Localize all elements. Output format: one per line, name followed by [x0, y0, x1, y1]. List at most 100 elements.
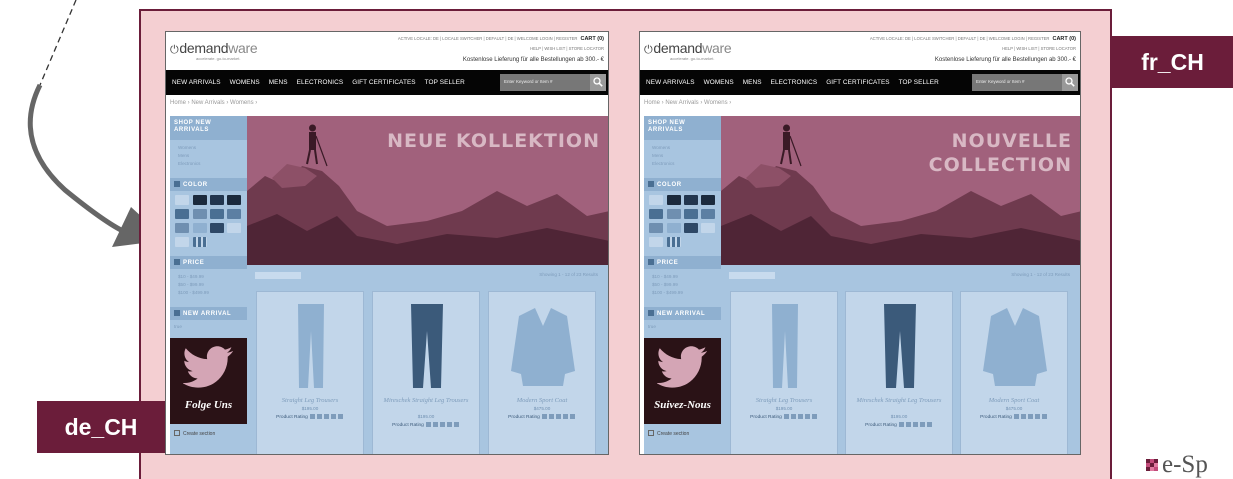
price-link[interactable]: $10 - $49.99	[178, 274, 204, 279]
product-name[interactable]: Mireschek Straight Leg Trousers	[846, 397, 952, 405]
color-swatch[interactable]	[193, 195, 207, 205]
price-link[interactable]: $50 - $99.99	[178, 282, 204, 287]
color-swatch[interactable]	[210, 223, 224, 233]
product-name[interactable]: Modern Sport Coat	[489, 397, 595, 404]
twitter-follow-label[interactable]: Folge Uns	[170, 399, 247, 411]
logo-text: demand	[653, 40, 703, 56]
color-swatch[interactable]	[175, 223, 189, 233]
color-swatch[interactable]	[175, 195, 189, 205]
price-link[interactable]: $100 - $499.99	[652, 290, 683, 295]
create-section-label[interactable]: Create section	[183, 431, 215, 437]
sort-select[interactable]	[729, 272, 775, 279]
site-logo[interactable]: ⏻demandware	[170, 40, 258, 57]
nav-electronics[interactable]: ELECTRONICS	[297, 79, 344, 86]
nav-gift-certificates[interactable]: GIFT CERTIFICATES	[352, 79, 415, 86]
color-swatch-misc[interactable]	[667, 237, 681, 247]
search-input[interactable]: Enter Keyword or Item #	[500, 74, 606, 91]
utility-text[interactable]: ACTIVE LOCALE: DE | LOCALE SWITCHER | DE…	[398, 36, 578, 41]
help-links[interactable]: HELP | WISH LIST | STORE LOCATOR	[1002, 46, 1076, 51]
new-arrival-value[interactable]: true	[174, 324, 182, 329]
color-swatch-misc[interactable]	[193, 237, 207, 247]
cart-link[interactable]: CART (0)	[580, 36, 604, 42]
shop-link-electronics[interactable]: Electronics	[178, 161, 200, 166]
color-swatch[interactable]	[667, 195, 681, 205]
color-swatch[interactable]	[175, 237, 189, 247]
create-section-link[interactable]: Create section	[648, 430, 689, 437]
price-link[interactable]: $50 - $99.99	[652, 282, 678, 287]
utility-text[interactable]: ACTIVE LOCALE: DE | LOCALE SWITCHER | DE…	[870, 36, 1050, 41]
hero-banner[interactable]: NEUE KOLLEKTION	[247, 116, 608, 265]
shop-link-womens[interactable]: Womens	[178, 145, 196, 150]
color-swatch[interactable]	[210, 209, 224, 219]
product-tile[interactable]: Modern Sport Coat $475.00 Product Rating	[488, 291, 596, 454]
nav-womens[interactable]: WOMENS	[704, 79, 734, 86]
color-swatch[interactable]	[210, 195, 224, 205]
twitter-follow-label[interactable]: Suivez-Nous	[644, 399, 721, 411]
hero-banner[interactable]: NOUVELLE COLLECTION	[721, 116, 1080, 265]
color-swatch[interactable]	[227, 223, 241, 233]
nav-mens[interactable]: MENS	[269, 79, 288, 86]
search-button[interactable]	[590, 74, 606, 91]
nav-gift-certificates[interactable]: GIFT CERTIFICATES	[826, 79, 889, 86]
sort-select[interactable]	[255, 272, 301, 279]
expand-icon	[174, 310, 180, 316]
color-swatch[interactable]	[701, 195, 715, 205]
twitter-promo[interactable]: Suivez-Nous	[644, 338, 721, 424]
shop-link-electronics[interactable]: Electronics	[652, 161, 674, 166]
color-swatch[interactable]	[649, 223, 663, 233]
expand-icon	[648, 259, 654, 265]
color-swatch[interactable]	[193, 209, 207, 219]
price-label: PRICE	[183, 260, 205, 266]
color-swatch[interactable]	[701, 223, 715, 233]
nav-mens[interactable]: MENS	[743, 79, 762, 86]
create-section-label[interactable]: Create section	[657, 431, 689, 437]
nav-top-seller[interactable]: TOP SELLER	[425, 79, 465, 86]
sport-coat-image	[983, 308, 1047, 386]
price-link[interactable]: $100 - $499.99	[178, 290, 209, 295]
product-name[interactable]: Straight Leg Trousers	[731, 397, 837, 404]
help-links[interactable]: HELP | WISH LIST | STORE LOCATOR	[530, 46, 604, 51]
utility-links[interactable]: ACTIVE LOCALE: DE | LOCALE SWITCHER | DE…	[398, 36, 604, 42]
site-logo[interactable]: ⏻demandware	[644, 40, 732, 57]
search-button[interactable]	[1062, 74, 1078, 91]
product-name[interactable]: Mireschek Straight Leg Trousers	[373, 397, 479, 405]
search-input[interactable]: Enter Keyword or Item #	[972, 74, 1078, 91]
product-tile[interactable]: Mireschek Straight Leg Trousers $195.00 …	[372, 291, 480, 454]
product-tile[interactable]: Straight Leg Trousers $195.00 Product Ra…	[730, 291, 838, 454]
color-swatch[interactable]	[684, 223, 698, 233]
nav-womens[interactable]: WOMENS	[230, 79, 260, 86]
color-swatch[interactable]	[684, 195, 698, 205]
new-arrival-value[interactable]: true	[648, 324, 656, 329]
color-swatch[interactable]	[684, 209, 698, 219]
color-swatch[interactable]	[649, 209, 663, 219]
color-swatch[interactable]	[193, 223, 207, 233]
nav-top-seller[interactable]: TOP SELLER	[899, 79, 939, 86]
color-swatch[interactable]	[667, 209, 681, 219]
breadcrumb[interactable]: Home › New Arrivals › Womens ›	[170, 100, 257, 106]
product-tile[interactable]: Straight Leg Trousers $195.00 Product Ra…	[256, 291, 364, 454]
product-tile[interactable]: Mireschek Straight Leg Trousers $195.00 …	[845, 291, 953, 454]
color-swatch[interactable]	[175, 209, 189, 219]
nav-new-arrivals[interactable]: NEW ARRIVALS	[172, 79, 221, 86]
twitter-promo[interactable]: Folge Uns	[170, 338, 247, 424]
shop-link-womens[interactable]: Womens	[652, 145, 670, 150]
utility-links[interactable]: ACTIVE LOCALE: DE | LOCALE SWITCHER | DE…	[870, 36, 1076, 42]
create-section-link[interactable]: Create section	[174, 430, 215, 437]
nav-electronics[interactable]: ELECTRONICS	[771, 79, 818, 86]
color-swatch[interactable]	[227, 209, 241, 219]
shop-link-mens[interactable]: Mens	[178, 153, 189, 158]
color-swatch[interactable]	[649, 237, 663, 247]
nav-new-arrivals[interactable]: NEW ARRIVALS	[646, 79, 695, 86]
price-link[interactable]: $10 - $49.99	[652, 274, 678, 279]
color-swatch[interactable]	[701, 209, 715, 219]
logo-suffix: ware	[228, 40, 258, 56]
color-swatch[interactable]	[667, 223, 681, 233]
shop-link-mens[interactable]: Mens	[652, 153, 663, 158]
color-swatch[interactable]	[227, 195, 241, 205]
color-swatch[interactable]	[649, 195, 663, 205]
cart-link[interactable]: CART (0)	[1052, 36, 1076, 42]
product-tile[interactable]: Modern Sport Coat $475.00 Product Rating	[960, 291, 1068, 454]
product-name[interactable]: Straight Leg Trousers	[257, 397, 363, 404]
breadcrumb[interactable]: Home › New Arrivals › Womens ›	[644, 100, 731, 106]
product-name[interactable]: Modern Sport Coat	[961, 397, 1067, 404]
